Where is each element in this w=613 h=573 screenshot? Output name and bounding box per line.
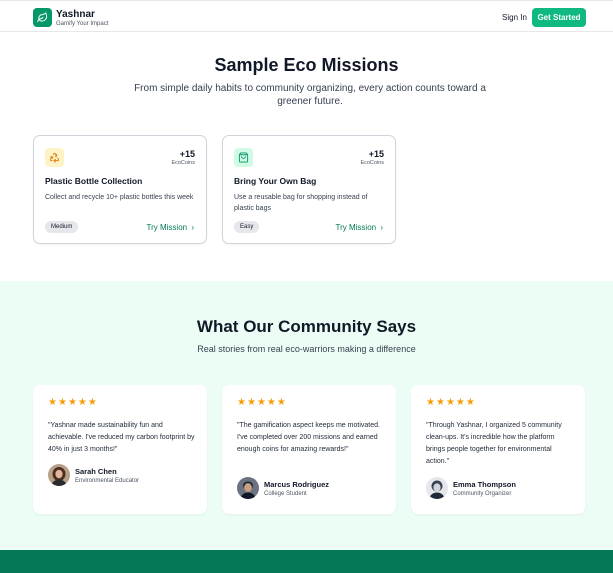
star-rating: ★ ★ ★ ★ ★ (48, 398, 97, 408)
testimonial-author-name: Emma Thompson (453, 480, 516, 489)
chevron-right-icon: › (380, 223, 383, 232)
testimonial-author-name: Sarah Chen (75, 467, 117, 476)
try-mission-label: Try Mission (335, 223, 377, 232)
mission-points-unit: EcoCoins (360, 160, 384, 166)
mission-points: +15 (179, 149, 195, 159)
star-icon: ★ (465, 397, 475, 408)
missions-section-title: Sample Eco Missions (214, 55, 399, 75)
brand-name[interactable]: Yashnar (56, 9, 95, 20)
mission-description: Collect and recycle 10+ plastic bottles … (45, 194, 194, 201)
mission-points-unit: EcoCoins (171, 160, 195, 166)
mission-card-own-bag[interactable]: +15 EcoCoins Bring Your Own Bag Use a re… (222, 135, 396, 244)
try-mission-link[interactable]: Try Mission › (336, 223, 384, 232)
star-rating: ★ ★ ★ ★ ★ (237, 398, 286, 408)
testimonial-quote: "The gamification aspect keeps me motiva… (237, 422, 380, 453)
difficulty-badge: Medium (45, 221, 79, 233)
shopping-bag-icon (234, 148, 253, 167)
testimonial-card: ★ ★ ★ ★ ★ "Yashnar made sustainability fun a… (33, 385, 207, 514)
try-mission-link[interactable]: Try Mission › (147, 223, 195, 232)
star-icon: ★ (426, 397, 435, 408)
star-icon: ★ (48, 397, 57, 408)
testimonial-author-role: College Student (264, 491, 307, 497)
testimonial-card: ★ ★ ★ ★ ★ "Through Yashnar, I organized 5 co… (411, 385, 585, 514)
avatar (48, 464, 70, 486)
mission-title: Plastic Bottle Collection (45, 176, 143, 186)
top-nav-bar: Yashnar Gamify Your Impact Sign In Get S… (0, 0, 613, 32)
star-icon: ★ (276, 397, 286, 408)
community-section-title: What Our Community Says (196, 317, 417, 336)
footer-cta-band (0, 550, 613, 573)
star-icon: ★ (67, 397, 77, 408)
star-icon: ★ (435, 397, 445, 408)
mission-card-plastic-bottle[interactable]: +15 EcoCoins Plastic Bottle Collection C… (33, 135, 207, 244)
get-started-button[interactable]: Get Started (532, 8, 586, 27)
brand-tagline: Gamify Your Impact (56, 21, 109, 27)
sign-in-link[interactable]: Sign In (502, 13, 527, 22)
star-icon: ★ (237, 397, 246, 408)
try-mission-label: Try Mission (146, 223, 188, 232)
recycle-icon (45, 148, 64, 167)
testimonial-card: ★ ★ ★ ★ ★ "The gamification aspect keeps me … (222, 385, 396, 514)
missions-section-subtitle: From simple daily habits to community or… (134, 83, 486, 107)
star-icon: ★ (77, 397, 87, 408)
community-section-subtitle: Real stories from real eco-warriors maki… (197, 344, 416, 354)
mission-points: +15 (368, 149, 384, 159)
mission-description: Use a reusable bag for shopping instead … (234, 194, 368, 212)
avatar (426, 477, 448, 499)
avatar (237, 477, 259, 499)
star-icon: ★ (256, 397, 266, 408)
difficulty-badge: Easy (234, 221, 260, 233)
star-icon: ★ (455, 397, 465, 408)
testimonial-quote: "Through Yashnar, I organized 5 communit… (426, 422, 562, 465)
testimonial-author-name: Marcus Rodriguez (264, 480, 330, 489)
star-icon: ★ (246, 397, 256, 408)
testimonial-quote: "Yashnar made sustainability fun and ach… (48, 422, 195, 453)
testimonial-author-role: Environmental Educator (75, 478, 140, 484)
star-icon: ★ (87, 397, 97, 408)
star-icon: ★ (266, 397, 276, 408)
chevron-right-icon: › (191, 223, 194, 232)
star-icon: ★ (57, 397, 67, 408)
leaf-icon[interactable] (33, 8, 52, 27)
testimonial-author-role: Community Organizer (453, 491, 512, 497)
mission-title: Bring Your Own Bag (234, 176, 317, 186)
star-icon: ★ (445, 397, 455, 408)
star-rating: ★ ★ ★ ★ ★ (426, 398, 475, 408)
